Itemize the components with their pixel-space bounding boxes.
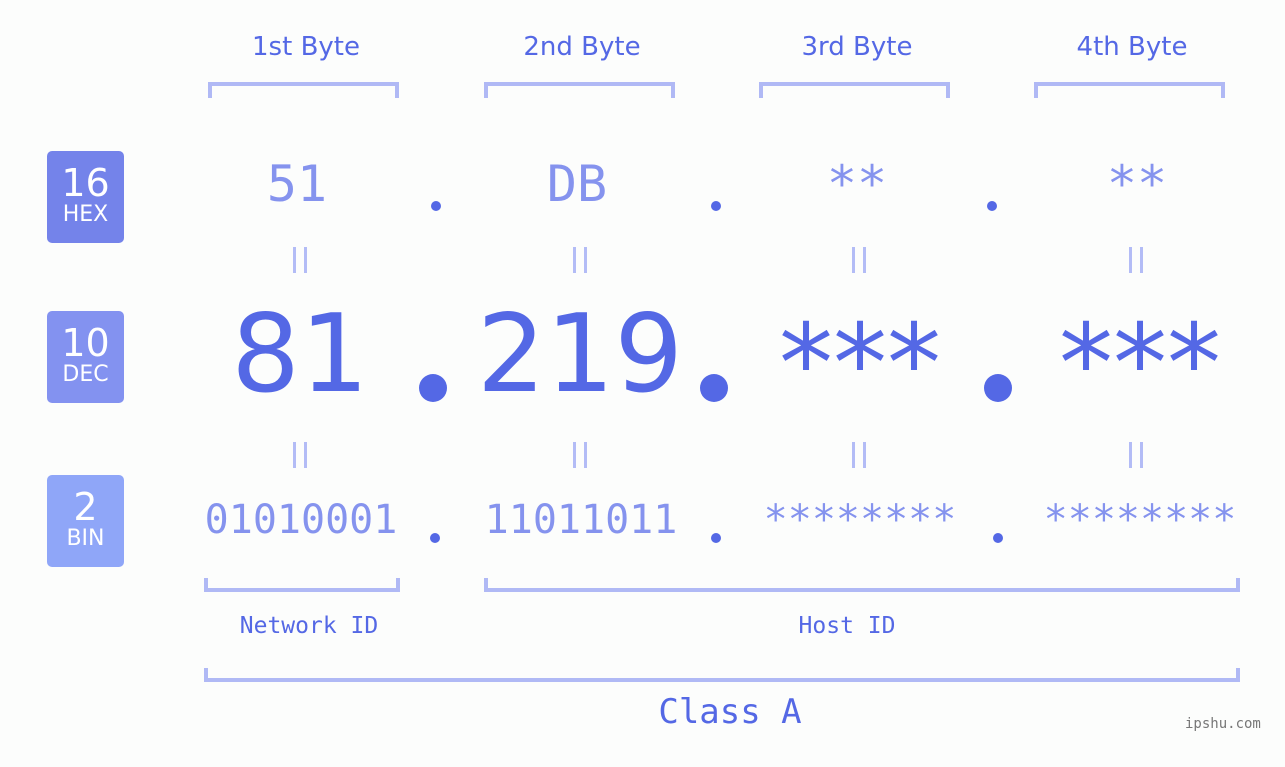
hex-byte-2: DB <box>546 155 608 213</box>
dec-dot-2 <box>700 374 728 402</box>
byte-bracket-2 <box>484 82 675 98</box>
equals-icon <box>573 442 587 468</box>
byte-header-3: 3rd Byte <box>801 32 913 62</box>
byte-header-1: 1st Byte <box>252 32 360 62</box>
bin-byte-1: 01010001 <box>204 497 398 543</box>
hex-byte-1: 51 <box>266 155 328 213</box>
class-label: Class A <box>658 692 802 732</box>
equals-icon <box>1129 247 1143 273</box>
equals-icon <box>852 247 866 273</box>
hex-byte-4: ** <box>1106 155 1168 213</box>
dec-byte-2: 219 <box>476 292 684 417</box>
bin-byte-4: ******** <box>1043 497 1237 543</box>
equals-icon <box>293 442 307 468</box>
watermark: ipshu.com <box>1185 716 1261 732</box>
class-bracket <box>204 668 1240 682</box>
hex-dot-2 <box>711 201 721 211</box>
byte-header-2: 2nd Byte <box>523 32 641 62</box>
bin-badge-number: 2 <box>73 485 98 529</box>
equals-icon <box>852 442 866 468</box>
equals-icon <box>573 247 587 273</box>
hex-dot-1 <box>431 201 441 211</box>
byte-header-4: 4th Byte <box>1076 32 1188 62</box>
byte-bracket-4 <box>1034 82 1225 98</box>
byte-bracket-3 <box>759 82 950 98</box>
dec-byte-3: *** <box>779 302 941 427</box>
dec-badge-label: DEC <box>62 362 109 387</box>
dec-dot-3 <box>984 374 1012 402</box>
network-id-label: Network ID <box>239 613 379 639</box>
hex-dot-3 <box>987 201 997 211</box>
hex-badge-number: 16 <box>61 161 110 205</box>
bin-dot-1 <box>430 533 440 543</box>
bin-dot-3 <box>993 533 1003 543</box>
byte-bracket-1 <box>208 82 399 98</box>
bin-byte-3: ******** <box>763 497 957 543</box>
hex-byte-3: ** <box>826 155 888 213</box>
bin-byte-2: 11011011 <box>484 497 678 543</box>
dec-byte-4: *** <box>1059 302 1221 427</box>
equals-icon <box>1129 442 1143 468</box>
host-id-bracket <box>484 578 1240 592</box>
bin-badge-label: BIN <box>66 526 105 551</box>
dec-badge: 10 DEC <box>47 311 124 403</box>
dec-byte-1: 81 <box>231 292 369 417</box>
dec-badge-number: 10 <box>61 321 110 365</box>
hex-badge: 16 HEX <box>47 151 124 243</box>
host-id-label: Host ID <box>798 613 896 639</box>
bin-dot-2 <box>711 533 721 543</box>
equals-icon <box>293 247 307 273</box>
bin-badge: 2 BIN <box>47 475 124 567</box>
network-id-bracket <box>204 578 400 592</box>
hex-badge-label: HEX <box>62 202 109 227</box>
dec-dot-1 <box>419 374 447 402</box>
